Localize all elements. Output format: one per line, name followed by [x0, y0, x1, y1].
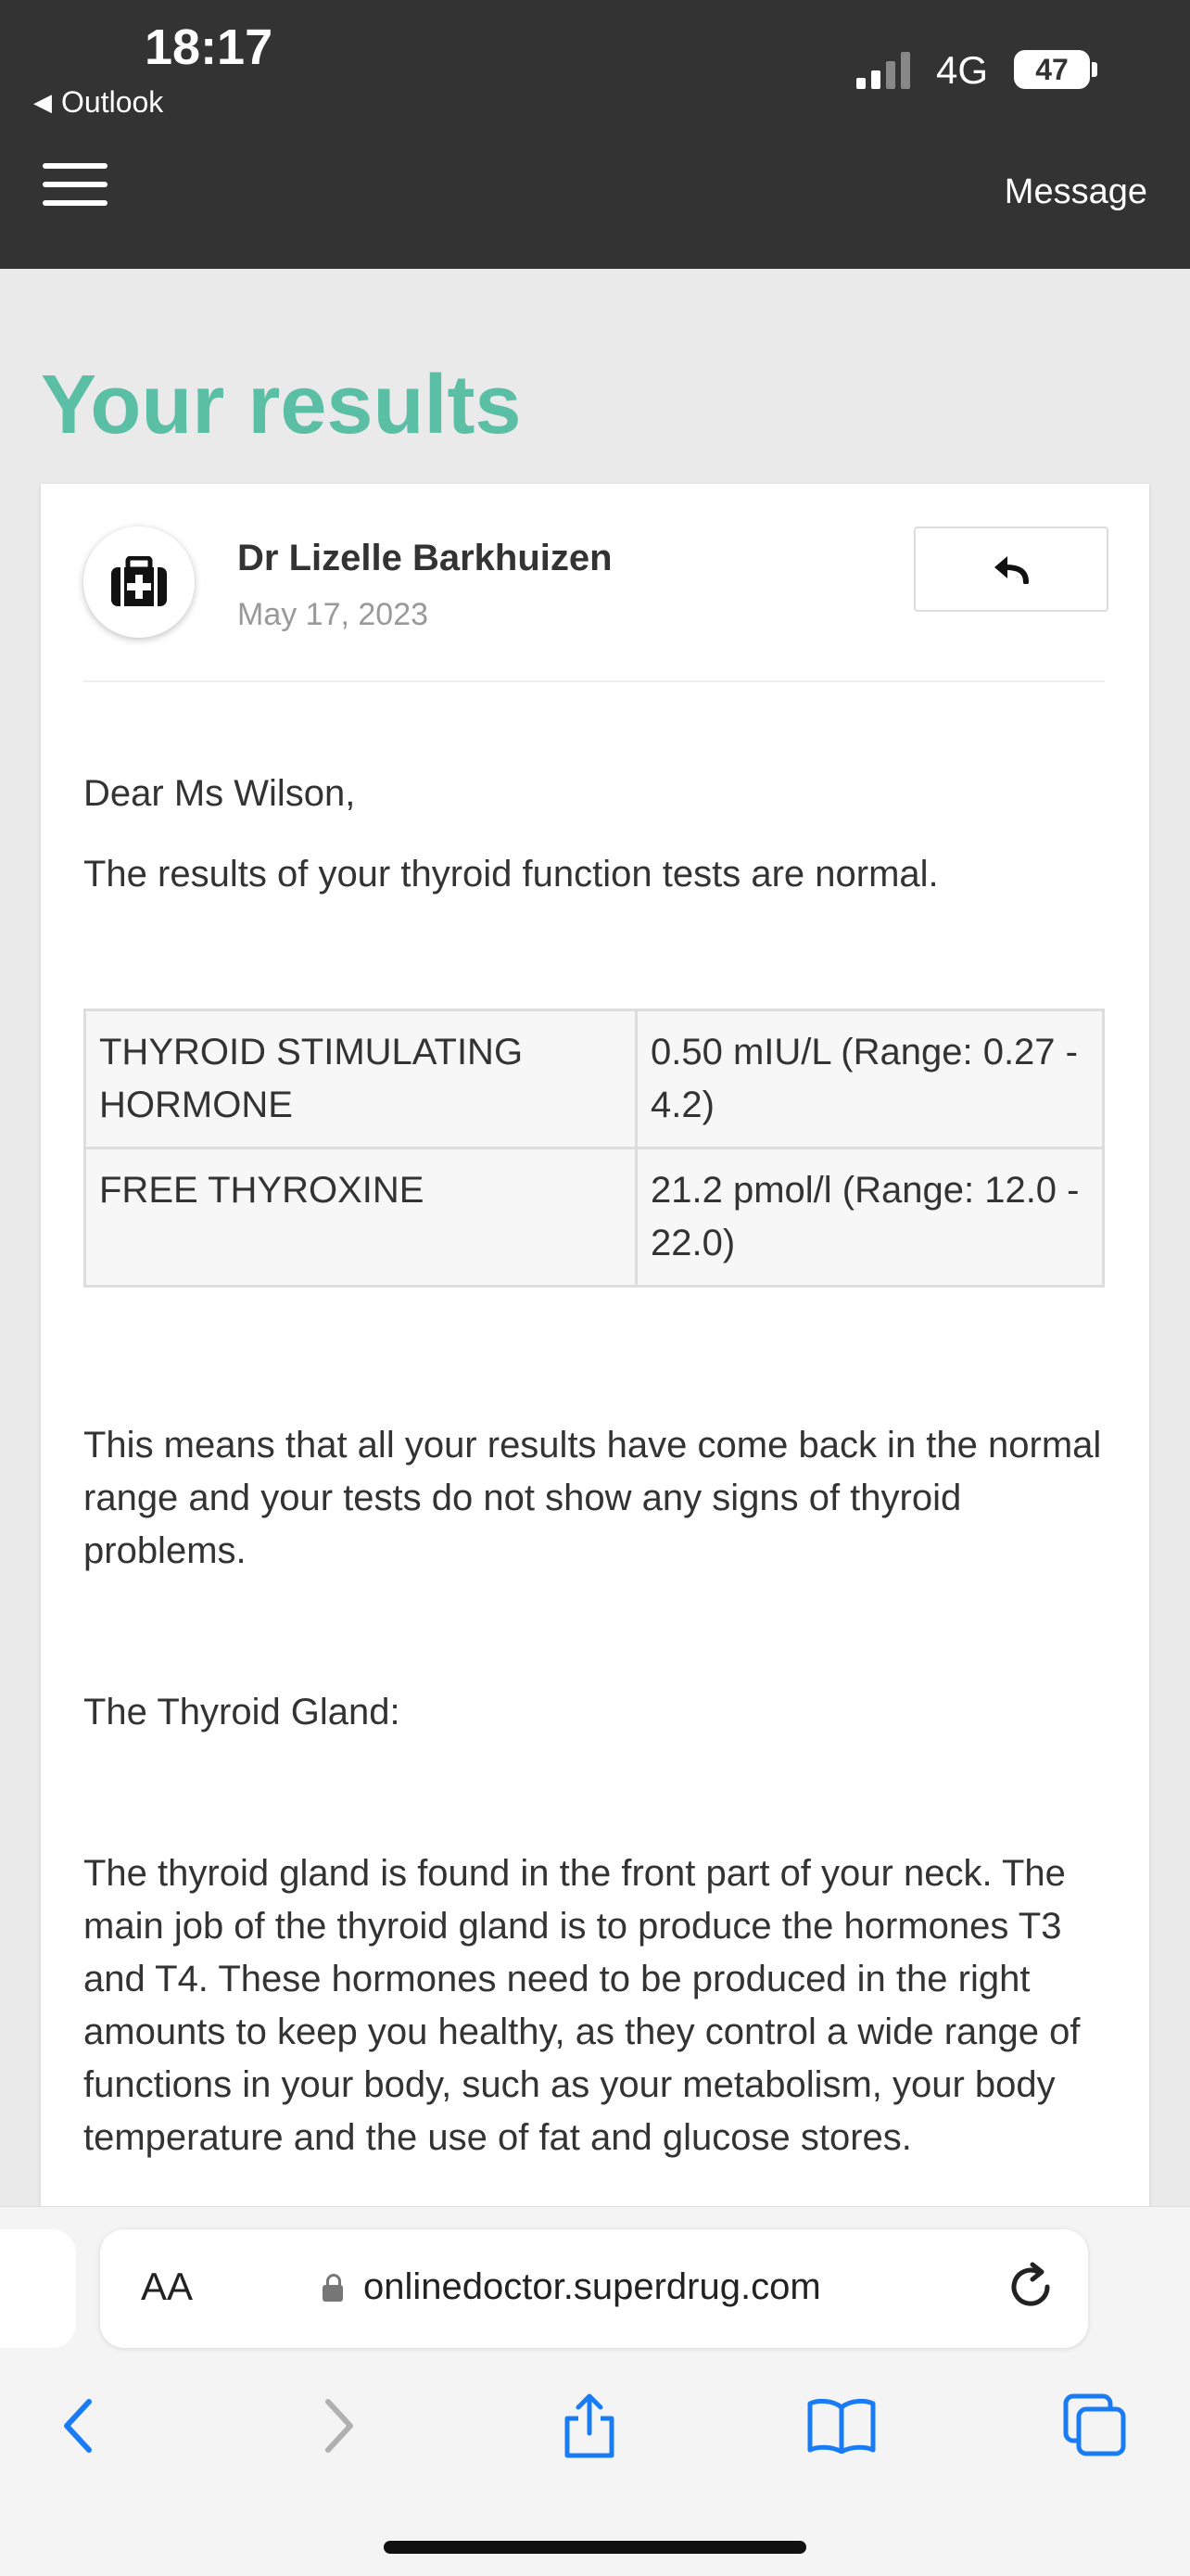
- table-row: THYROID STIMULATING HORMONE 0.50 mIU/L (…: [83, 1009, 1105, 1149]
- lock-icon: [323, 2273, 343, 2302]
- signal-icon: [856, 52, 910, 89]
- network-type: 4G: [936, 48, 989, 92]
- message-card: Dr Lizelle Barkhuizen May 17, 2023 Dear …: [41, 484, 1149, 2208]
- message-date: May 17, 2023: [237, 597, 429, 632]
- forward-chevron-icon[interactable]: [302, 2389, 376, 2463]
- summary-text: This means that all your results have co…: [83, 1425, 1102, 1571]
- medical-kit-icon: [83, 527, 195, 638]
- top-header: 18:17 ◀ Outlook 4G 47 Message: [0, 0, 1190, 269]
- share-icon[interactable]: [552, 2389, 627, 2463]
- test-value: 0.50 mIU/L (Range: 0.27 - 4.2): [635, 1009, 1105, 1149]
- intro-text: The results of your thyroid function tes…: [83, 854, 939, 895]
- url-display[interactable]: onlinedoctor.superdrug.com: [323, 2266, 821, 2308]
- back-app-label: Outlook: [61, 85, 164, 119]
- section-heading: The Thyroid Gland:: [83, 1692, 400, 1732]
- header-divider: [83, 680, 1105, 682]
- book-icon[interactable]: [804, 2389, 879, 2463]
- table-row: FREE THYROXINE 21.2 pmol/l (Range: 12.0 …: [83, 1147, 1105, 1288]
- reader-settings-button[interactable]: AA: [141, 2265, 193, 2309]
- reply-button[interactable]: [914, 527, 1108, 612]
- test-name: THYROID STIMULATING HORMONE: [83, 1009, 638, 1149]
- back-to-app-link[interactable]: ◀ Outlook: [33, 85, 163, 120]
- message-link[interactable]: Message: [1005, 172, 1147, 212]
- sender-name: Dr Lizelle Barkhuizen: [237, 538, 613, 578]
- page-title: Your results: [41, 359, 522, 451]
- status-time: 18:17: [145, 19, 273, 75]
- reload-icon[interactable]: [1001, 2257, 1060, 2316]
- home-indicator: [384, 2541, 806, 2554]
- back-chevron-icon[interactable]: [41, 2389, 115, 2463]
- previous-tab-preview[interactable]: [0, 2229, 76, 2348]
- test-value: 21.2 pmol/l (Range: 12.0 - 22.0): [635, 1147, 1105, 1288]
- aa-label: AA: [141, 2265, 194, 2308]
- browser-toolbar: AA onlinedoctor.superdrug.com: [0, 2206, 1190, 2576]
- tabs-icon[interactable]: [1058, 2389, 1133, 2463]
- back-triangle-icon: ◀: [33, 88, 52, 116]
- greeting: Dear Ms Wilson,: [83, 773, 356, 814]
- reply-arrow-icon: [994, 556, 1029, 584]
- address-bar[interactable]: AA onlinedoctor.superdrug.com: [100, 2229, 1088, 2348]
- hamburger-menu-icon[interactable]: [43, 163, 108, 206]
- results-table: THYROID STIMULATING HORMONE 0.50 mIU/L (…: [83, 1009, 1105, 1288]
- battery-icon: 47: [1014, 50, 1090, 89]
- section-body: The thyroid gland is found in the front …: [83, 1853, 1081, 2158]
- battery-tip: [1092, 62, 1097, 77]
- url-text: onlinedoctor.superdrug.com: [363, 2266, 821, 2307]
- test-name: FREE THYROXINE: [83, 1147, 638, 1288]
